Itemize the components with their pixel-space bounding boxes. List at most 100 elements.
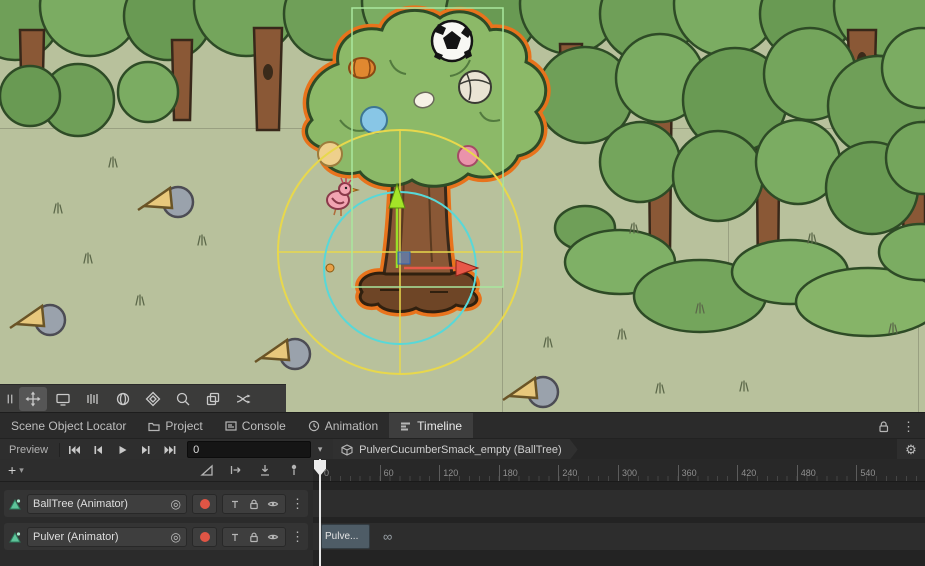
soccer-ball[interactable] <box>432 21 472 61</box>
play-icon <box>116 444 128 456</box>
timeline-panel: +▾ BallTree (Animator) ◎ <box>0 459 925 566</box>
clip-drop-icon[interactable] <box>258 463 272 477</box>
lock-icon[interactable] <box>248 531 260 543</box>
marker-pin-icon[interactable] <box>287 463 301 477</box>
eye-icon[interactable] <box>267 498 279 510</box>
track-name-box[interactable]: BallTree (Animator) ◎ <box>27 494 187 514</box>
previous-frame-button[interactable] <box>86 439 110 460</box>
timeline-icon <box>400 420 412 432</box>
hatch-icon <box>85 391 101 407</box>
track-menu-kebab[interactable]: ⋮ <box>291 530 304 543</box>
lock-icon[interactable] <box>877 420 890 433</box>
panel-menu-kebab[interactable]: ⋮ <box>902 420 915 433</box>
go-to-start-button[interactable] <box>62 439 86 460</box>
eye-icon[interactable] <box>267 531 279 543</box>
track-header: Pulver (Animator) ◎ ⋮ <box>4 523 308 550</box>
scene-canvas[interactable] <box>0 0 925 412</box>
ruler-tick: 120 <box>439 465 458 481</box>
tab-console[interactable]: Console <box>214 413 297 439</box>
pumpkin <box>349 58 375 78</box>
timeline-control-bar: Preview ▾ PulverCucumberSmack_empty (Bal… <box>0 438 925 460</box>
blue-ball <box>361 107 387 133</box>
add-track-button[interactable]: +▾ <box>8 459 24 481</box>
animator-icon <box>8 497 22 511</box>
timeline-ruler[interactable]: 0 60 120 180 240 300 360 420 480 540 <box>313 459 925 482</box>
ruler-tick: 180 <box>499 465 518 481</box>
timeline-content: 0 60 120 180 240 300 360 420 480 540 Pul… <box>313 459 925 566</box>
monitor-icon <box>55 391 71 407</box>
track-name-box[interactable]: Pulver (Animator) ◎ <box>27 527 187 547</box>
timeline-track-headers: +▾ BallTree (Animator) ◎ <box>0 459 314 566</box>
record-dot-icon <box>200 532 210 542</box>
move-icon <box>25 391 41 407</box>
clock-icon <box>308 420 320 432</box>
go-to-end-icon <box>164 444 176 456</box>
go-to-end-button[interactable] <box>158 439 182 460</box>
animation-clip[interactable]: Pulve... <box>321 524 370 549</box>
panel-tab-bar: Scene Object Locator Project Console Ani… <box>0 412 925 439</box>
ruler-tick: 240 <box>558 465 577 481</box>
curves-ramp-icon[interactable] <box>200 463 214 477</box>
magnifier-icon <box>175 391 191 407</box>
breadcrumb: PulverCucumberSmack_empty (BallTree) <box>332 439 897 460</box>
ruler-tick: 300 <box>618 465 637 481</box>
toolbar-drag-handle[interactable] <box>3 387 17 411</box>
iso-tool-button[interactable] <box>139 387 167 411</box>
pin-icon[interactable] <box>229 531 241 543</box>
scene-tools-overlay <box>0 384 286 412</box>
previous-frame-icon <box>92 444 104 456</box>
layers-tool-button[interactable] <box>199 387 227 411</box>
track-lane[interactable] <box>313 490 925 517</box>
go-to-start-icon <box>68 444 81 456</box>
hatch-tool-button[interactable] <box>79 387 107 411</box>
record-button[interactable] <box>192 527 217 547</box>
tab-project[interactable]: Project <box>137 413 213 439</box>
breadcrumb-item[interactable]: PulverCucumberSmack_empty (BallTree) <box>332 439 578 460</box>
diamond-icon <box>145 391 161 407</box>
track-menu-kebab[interactable]: ⋮ <box>291 497 304 510</box>
frame-input[interactable] <box>187 441 311 458</box>
pin-icon[interactable] <box>229 498 241 510</box>
folder-icon <box>148 420 160 432</box>
play-button[interactable] <box>110 439 134 460</box>
preview-toggle[interactable]: Preview <box>0 439 57 460</box>
view-tool-button[interactable] <box>49 387 77 411</box>
frame-options-caret[interactable]: ▾ <box>311 439 329 460</box>
clip-in-icon[interactable] <box>229 463 243 477</box>
ruler-tick: 420 <box>737 465 756 481</box>
track-lane[interactable]: Pulve... ∞ <box>313 523 925 550</box>
volleyball <box>459 71 491 103</box>
track-header: BallTree (Animator) ◎ ⋮ <box>4 490 308 517</box>
next-frame-icon <box>140 444 152 456</box>
timeline-header-row: +▾ <box>0 459 313 482</box>
ruler-tick: 60 <box>380 465 394 481</box>
ruler-tick: 360 <box>678 465 697 481</box>
ruler-tick: 540 <box>856 465 875 481</box>
sphere-icon <box>115 391 131 407</box>
zoom-tool-button[interactable] <box>169 387 197 411</box>
target-icon[interactable]: ◎ <box>171 498 181 510</box>
grip-icon <box>3 391 17 407</box>
loop-indicator: ∞ <box>383 523 392 550</box>
ruler-tick: 480 <box>797 465 816 481</box>
record-button[interactable] <box>192 494 217 514</box>
tab-scene-object-locator[interactable]: Scene Object Locator <box>0 413 137 439</box>
track-options-tray <box>222 527 286 547</box>
lock-icon[interactable] <box>248 498 260 510</box>
timeline-settings-gear[interactable]: ⚙ <box>897 439 925 460</box>
console-icon <box>225 420 237 432</box>
scene-view[interactable] <box>0 0 925 412</box>
shuffle-tool-button[interactable] <box>229 387 257 411</box>
move-tool-button[interactable] <box>19 387 47 411</box>
target-icon[interactable]: ◎ <box>171 531 181 543</box>
record-dot-icon <box>200 499 210 509</box>
divider <box>59 443 60 457</box>
shuffle-icon <box>235 391 251 407</box>
cube-icon <box>341 444 353 456</box>
track-options-tray <box>222 494 286 514</box>
tab-animation[interactable]: Animation <box>297 413 389 439</box>
animator-icon <box>8 530 22 544</box>
next-frame-button[interactable] <box>134 439 158 460</box>
tab-timeline[interactable]: Timeline <box>389 413 473 439</box>
sphere-tool-button[interactable] <box>109 387 137 411</box>
